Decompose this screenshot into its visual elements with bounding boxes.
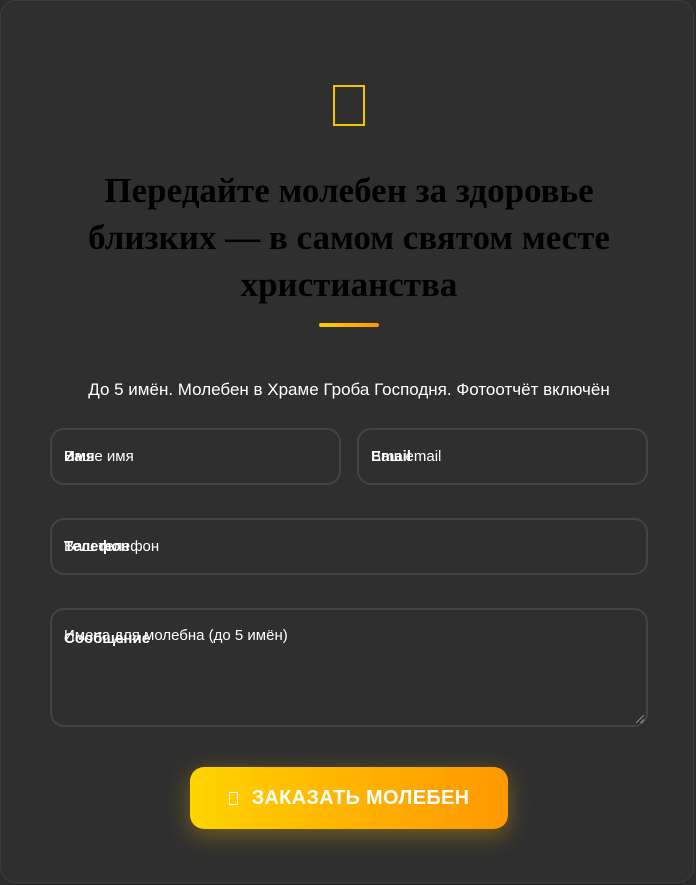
title-underline [319, 323, 379, 327]
order-form-card: Передайте молебен за здоровье близких — … [0, 0, 694, 883]
phone-field[interactable]: Телефон Ваш телефон [50, 518, 648, 575]
cross-icon [228, 791, 238, 805]
order-prayer-button-label: ЗАКАЗАТЬ МОЛЕБЕН [251, 786, 470, 809]
message-textarea[interactable]: Сообщение Имена для молебна (до 5 имён) [50, 608, 648, 727]
email-field[interactable]: Email Ваш email [357, 428, 648, 485]
message-field-placeholder: Имена для молебна (до 5 имён) [64, 627, 288, 644]
order-prayer-button[interactable]: ЗАКАЗАТЬ МОЛЕБЕН [190, 767, 508, 829]
name-field-placeholder: Ваше имя [64, 448, 134, 465]
phone-field-placeholder: Ваш телефон [64, 538, 160, 555]
resize-handle-icon[interactable] [636, 715, 644, 723]
email-field-placeholder: Ваш email [371, 448, 442, 465]
cross-icon [333, 85, 365, 126]
name-field[interactable]: Имя Ваше имя [50, 428, 341, 485]
form-title: Передайте молебен за здоровье близких — … [88, 171, 610, 304]
form-subtitle: До 5 имён. Молебен в Храме Гроба Господн… [88, 380, 610, 399]
